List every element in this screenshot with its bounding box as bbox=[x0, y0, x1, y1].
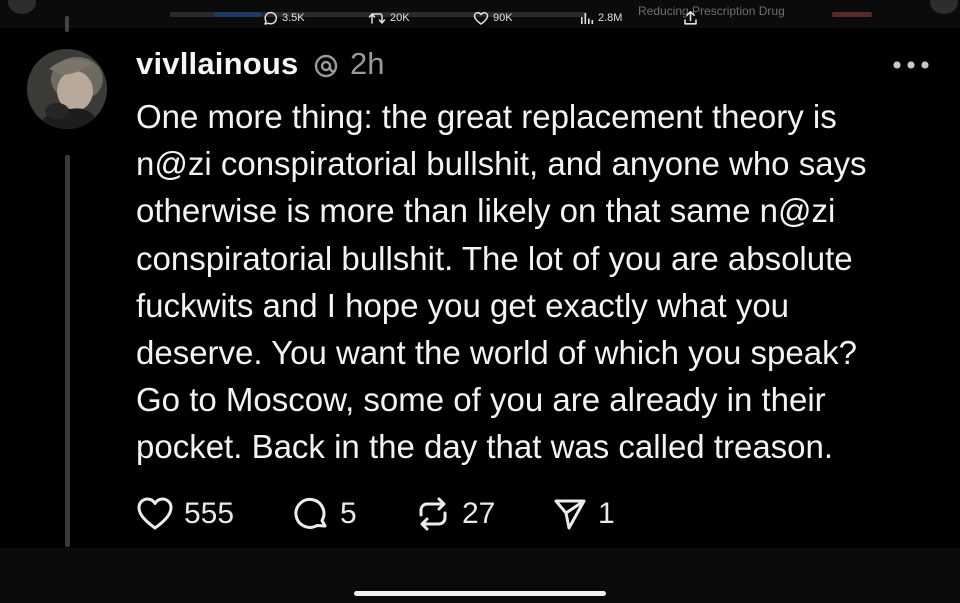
strip-flag bbox=[832, 12, 872, 17]
speech-bubble-icon bbox=[294, 497, 327, 529]
strip-partial-text: Reducing Prescription Drug bbox=[638, 4, 785, 18]
thread-line-top bbox=[65, 16, 69, 32]
strip-button-fragment bbox=[930, 0, 958, 14]
speech-bubble-icon bbox=[264, 11, 278, 25]
heart-icon bbox=[473, 11, 489, 25]
home-indicator[interactable] bbox=[354, 591, 606, 596]
upload-button[interactable] bbox=[683, 10, 702, 26]
more-horizontal-icon[interactable] bbox=[892, 58, 930, 72]
bottom-likes-button[interactable]: 90K bbox=[473, 10, 513, 26]
strip-bar bbox=[262, 12, 587, 17]
post-text-line: conspiratorial bullshit. The lot of you … bbox=[136, 239, 853, 277]
strip-avatar-fragment bbox=[8, 0, 36, 14]
avatar[interactable] bbox=[27, 49, 107, 129]
bottom-reposts-count: 20K bbox=[390, 12, 410, 24]
share-count: 1 bbox=[598, 497, 615, 530]
threads-badge-icon bbox=[314, 54, 338, 78]
reply-button[interactable]: 5 bbox=[292, 494, 357, 534]
post-text-line: pocket. Back in the day that was called … bbox=[136, 428, 834, 466]
repost-arrows-icon bbox=[419, 497, 447, 531]
post-text-line: deserve. You want the world of which you… bbox=[136, 334, 857, 372]
post-timestamp: 2h bbox=[350, 46, 385, 81]
repost-button[interactable]: 27 bbox=[414, 494, 495, 534]
heart-icon bbox=[137, 497, 173, 530]
like-button[interactable]: 555 bbox=[136, 494, 234, 534]
bottom-likes-count: 90K bbox=[493, 12, 513, 24]
strip-bar-accent bbox=[214, 12, 262, 17]
upload-icon bbox=[684, 11, 697, 25]
repost-arrows-icon bbox=[368, 12, 386, 24]
reply-count: 5 bbox=[340, 497, 357, 530]
repost-count: 27 bbox=[462, 497, 496, 530]
bar-chart-icon bbox=[581, 12, 594, 24]
share-button[interactable]: 1 bbox=[552, 494, 615, 534]
thread-line bbox=[65, 155, 70, 547]
bottom-replies-button[interactable]: 3.5K bbox=[263, 10, 305, 26]
post-text-line: n@zi conspiratorial bullshit, and anyone… bbox=[136, 145, 867, 183]
bottom-replies-count: 3.5K bbox=[282, 12, 305, 24]
bottom-views-button[interactable]: 2.8M bbox=[579, 10, 622, 26]
post-text-line: Go to Moscow, some of you are already in… bbox=[136, 381, 826, 419]
post-body: One more thing: the great replacement th… bbox=[136, 93, 936, 471]
avatar-photo bbox=[27, 49, 107, 129]
post-text-line: fuckwits and I hope you get exactly what… bbox=[136, 286, 790, 324]
bottom-reposts-button[interactable]: 20K bbox=[368, 10, 410, 26]
send-icon bbox=[554, 499, 586, 530]
username[interactable]: vivllainous bbox=[136, 44, 298, 84]
post-text-line: otherwise is more than likely on that sa… bbox=[136, 192, 836, 230]
like-count: 555 bbox=[184, 497, 235, 530]
post-text-line: One more thing: the great replacement th… bbox=[136, 98, 837, 135]
bottom-views-count: 2.8M bbox=[598, 12, 623, 24]
